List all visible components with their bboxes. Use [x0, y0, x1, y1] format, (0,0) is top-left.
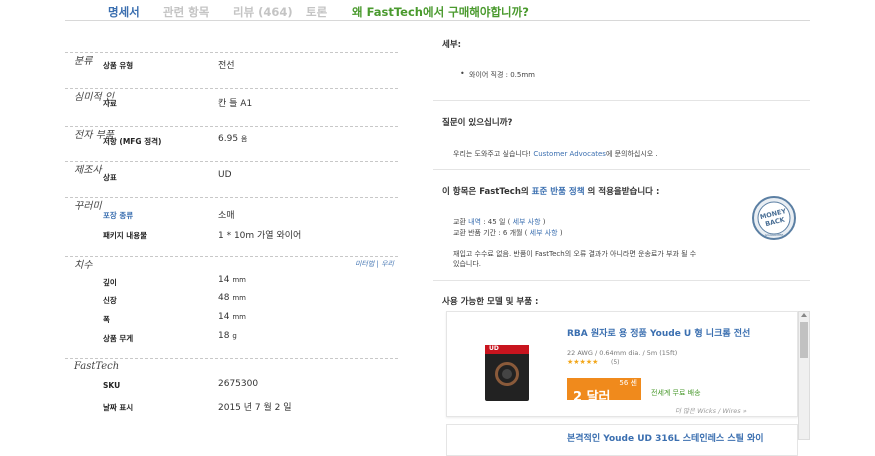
product-image[interactable]: UD: [485, 345, 529, 401]
spec-value: UD: [218, 170, 232, 180]
returns-line: 교환 내역 : 45 일 ( 세부 사항 ): [453, 218, 546, 226]
star-rating-icon: ★★★★★: [567, 358, 599, 366]
spec-row: SKU 2675300: [65, 379, 398, 395]
spec-section-dimensions: 치수 미터법 | 우리: [65, 256, 398, 271]
customer-advocates-link[interactable]: Customer Advocates: [533, 150, 606, 158]
spec-key: 신장: [103, 296, 117, 305]
spec-value: 1 * 10m 가열 와이어: [218, 231, 302, 241]
spec-value: 2015 년 7 월 2 일: [218, 403, 292, 413]
spec-key: 상표: [103, 173, 117, 182]
product-card[interactable]: 본격적인 Youde UD 316L 스테인레스 스틸 와이: [446, 424, 798, 456]
divider: [433, 100, 810, 101]
spec-key: 상품 무게: [103, 334, 134, 343]
tab-divider: [65, 20, 810, 21]
scrollbar-thumb[interactable]: [800, 322, 808, 358]
spec-section-fasttech: FastTech: [65, 358, 398, 372]
spec-row: 신장 48 mm: [65, 293, 398, 309]
spec-row: 깊이 14 mm: [65, 275, 398, 291]
spec-key: SKU: [103, 381, 121, 390]
tab-bar: 명세서 관련 항목 리뷰 (464) 토론 왜 FastTech에서 구매해야합…: [0, 0, 875, 22]
spec-section-classification: 분류: [65, 52, 398, 67]
spec-value: 6.95 옴: [218, 134, 248, 144]
tab-discussion[interactable]: 토론: [306, 4, 327, 20]
return-policy-link[interactable]: 표준 반품 정책: [532, 187, 585, 197]
spec-row: 패키지 내용물 1 * 10m 가열 와이어: [65, 228, 398, 244]
product-card[interactable]: UD RBA 원자로 용 정품 Youde U 형 니크롬 전선 22 AWG …: [446, 311, 798, 417]
price-tag: 2 달러 56 센: [567, 378, 641, 405]
compatible-heading: 사용 가능한 모델 및 부품 :: [442, 297, 539, 307]
spec-row: 포장 종류 소매: [65, 208, 398, 224]
spec-row: 폭 14 mm: [65, 312, 398, 328]
spec-key: 깊이: [103, 278, 117, 287]
questions-heading: 질문이 있으십니까?: [442, 118, 513, 128]
spec-value: 48 mm: [218, 293, 246, 303]
spec-row: 저항 (MFG 정격) 6.95 옴: [65, 134, 398, 150]
spec-value: 소매: [218, 211, 235, 221]
spec-section-package: 꾸러미: [65, 197, 398, 212]
spec-value: 14 mm: [218, 312, 246, 322]
list-scrollbar[interactable]: [798, 311, 810, 440]
spec-key: 상품 유형: [103, 61, 134, 70]
product-spec: 22 AWG / 0.64mm dia. / 5m (15ft): [567, 349, 678, 357]
details-link[interactable]: 세부 사항: [530, 229, 558, 237]
spec-section-manufacturer: 제조사: [65, 161, 398, 176]
spec-value: 14 mm: [218, 275, 246, 285]
spec-section-aesthetics: 심미적 인: [65, 88, 398, 103]
tab-related[interactable]: 관련 항목: [163, 4, 209, 20]
tab-reviews[interactable]: 리뷰 (464): [233, 4, 293, 20]
section-title: FastTech: [74, 361, 120, 372]
tab-specs[interactable]: 명세서: [108, 4, 140, 20]
spec-row: 날짜 표시 2015 년 7 월 2 일: [65, 400, 398, 416]
price-cents: 56 센: [619, 379, 637, 387]
spec-value: 18 g: [218, 331, 237, 341]
spec-row: 상품 무게 18 g: [65, 331, 398, 347]
spec-key: 폭: [103, 315, 110, 324]
spec-value: 전선: [218, 61, 235, 71]
returns-line: 재입고 수수료 없음. 반품이 FastTech의 오류 결과가 아니라면 운송…: [453, 250, 697, 258]
product-title-link[interactable]: RBA 원자로 용 정품 Youde U 형 니크롬 전선: [567, 326, 750, 339]
money-back-badge-icon: MONEY BACK GUARANTEE: [752, 196, 796, 240]
spec-key: 저항 (MFG 정격): [103, 137, 162, 146]
spec-key: 날짜 표시: [103, 403, 134, 412]
spec-key: 패키지 내용물: [103, 231, 148, 240]
more-wicks-link[interactable]: 더 많은 Wicks / Wires »: [675, 405, 747, 415]
returns-line: 교환 반품 기간 : 6 개월 ( 세부 사항 ): [453, 229, 563, 237]
review-count: (5): [611, 359, 620, 366]
questions-text: 우리는 도와주고 싶습니다! Customer Advocates에 문의하십시…: [453, 150, 658, 158]
spec-key-link[interactable]: 포장 종류: [103, 210, 133, 221]
divider: [433, 169, 810, 170]
returns-line: 있습니다.: [453, 260, 481, 268]
spec-key: 자료: [103, 99, 117, 108]
tab-why-fasttech[interactable]: 왜 FastTech에서 구매해야합니까?: [352, 4, 529, 20]
spec-row: 상품 유형 전선: [65, 58, 398, 74]
free-shipping: 전세계 무료 배송: [651, 389, 701, 397]
spec-row: 자료 칸 틀 A1: [65, 96, 398, 112]
details-link[interactable]: 세부 사항: [513, 218, 541, 226]
spec-value: 칸 틀 A1: [218, 99, 253, 109]
spec-value: 2675300: [218, 379, 259, 389]
divider: [433, 280, 810, 281]
svg-text:GUARANTEE: GUARANTEE: [765, 233, 784, 237]
details-bullet: 와이어 직경 : 0.5mm: [460, 69, 535, 80]
returns-heading: 이 항목은 FastTech의 표준 반품 정책 의 적용을받습니다 :: [442, 187, 660, 197]
spec-row: 상표 UD: [65, 170, 398, 186]
price: 2 달러: [573, 390, 611, 405]
scroll-up-arrow-icon[interactable]: [801, 313, 807, 317]
unit-toggle[interactable]: 미터법 | 우리: [355, 259, 394, 269]
history-link[interactable]: 내역: [468, 218, 481, 226]
details-heading: 세부:: [442, 40, 462, 50]
section-title: 치수: [74, 260, 93, 271]
spec-section-electronics: 전자 부품: [65, 126, 398, 141]
